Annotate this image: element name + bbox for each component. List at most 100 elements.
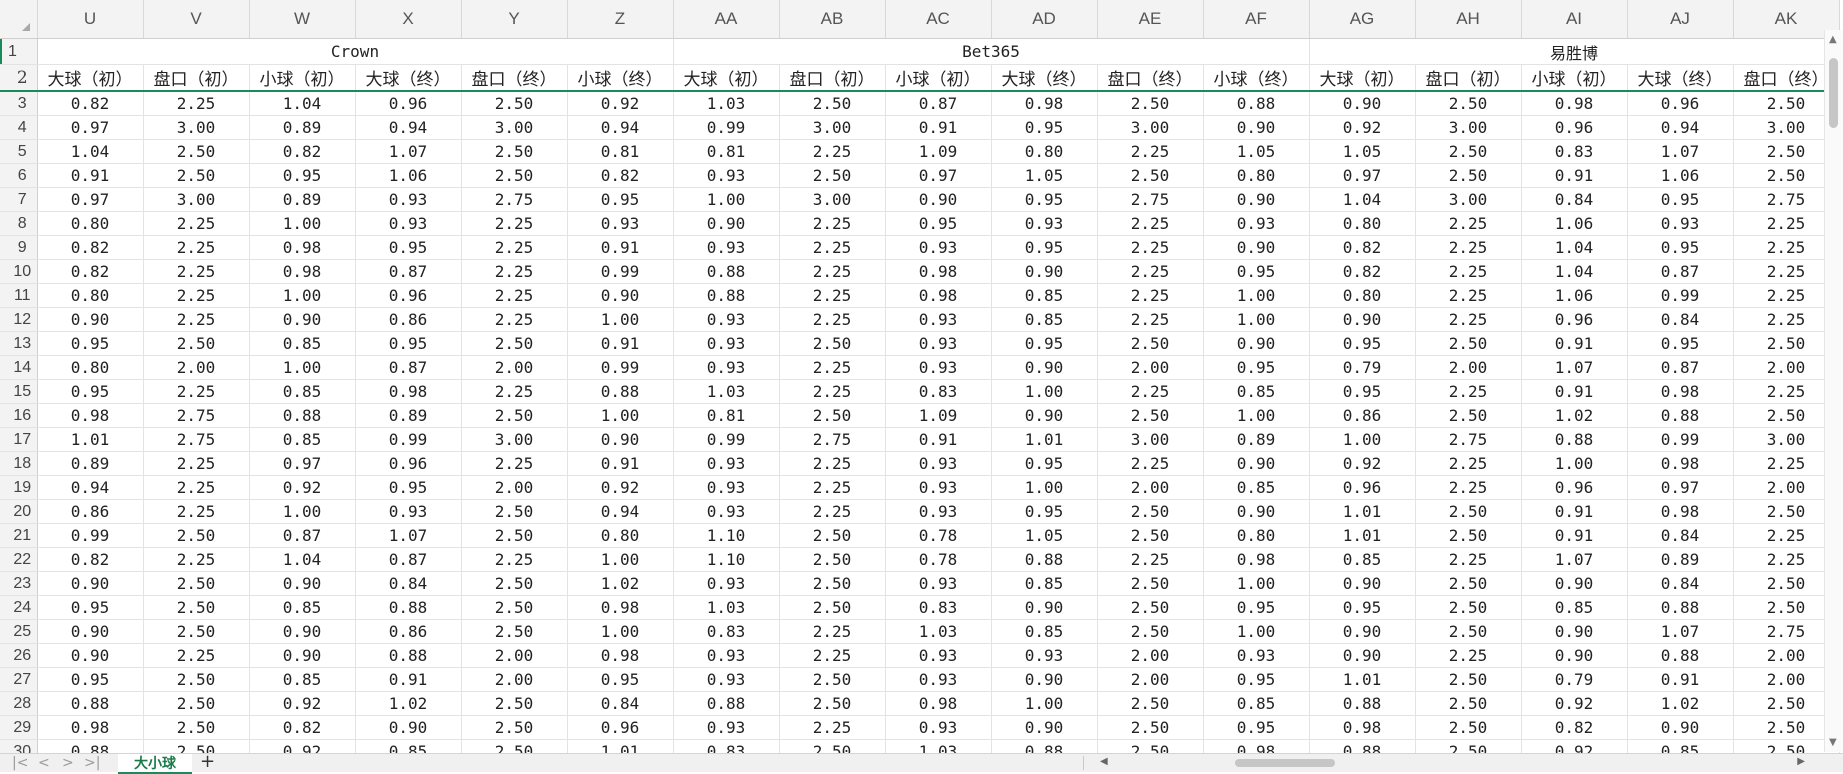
data-cell[interactable]: 0.93 bbox=[885, 571, 992, 596]
data-cell[interactable]: 1.01 bbox=[37, 427, 144, 452]
data-cell[interactable]: 2.50 bbox=[461, 619, 568, 644]
data-cell[interactable]: 2.25 bbox=[1415, 307, 1522, 332]
data-cell[interactable]: 2.50 bbox=[143, 571, 250, 596]
data-cell[interactable]: 0.85 bbox=[249, 379, 356, 404]
data-cell[interactable]: 0.90 bbox=[1521, 619, 1628, 644]
data-cell[interactable]: 2.50 bbox=[461, 691, 568, 716]
data-cell[interactable]: 0.90 bbox=[1203, 187, 1310, 212]
row-header[interactable]: 13 bbox=[0, 331, 38, 356]
data-cell[interactable]: 0.99 bbox=[1627, 427, 1734, 452]
data-cell[interactable]: 0.98 bbox=[567, 643, 674, 668]
data-cell[interactable]: 0.91 bbox=[355, 667, 462, 692]
data-cell[interactable]: 0.88 bbox=[1203, 91, 1310, 116]
data-cell[interactable]: 2.25 bbox=[779, 259, 886, 284]
data-cell[interactable]: 2.50 bbox=[143, 163, 250, 188]
data-cell[interactable]: 1.02 bbox=[1627, 691, 1734, 716]
data-cell[interactable]: 0.80 bbox=[567, 523, 674, 548]
data-cell[interactable]: 1.00 bbox=[567, 619, 674, 644]
data-cell[interactable]: 0.83 bbox=[673, 619, 780, 644]
data-cell[interactable]: 0.80 bbox=[1203, 523, 1310, 548]
data-cell[interactable]: 0.92 bbox=[567, 475, 674, 500]
data-cell[interactable]: 0.90 bbox=[1309, 571, 1416, 596]
data-cell[interactable]: 1.03 bbox=[673, 595, 780, 620]
data-cell[interactable]: 0.93 bbox=[673, 475, 780, 500]
sub-header-cell[interactable]: 盘口（初） bbox=[1415, 64, 1522, 92]
data-cell[interactable]: 0.95 bbox=[1203, 259, 1310, 284]
data-cell[interactable]: 1.02 bbox=[1521, 403, 1628, 428]
data-cell[interactable]: 0.81 bbox=[673, 139, 780, 164]
data-cell[interactable]: 0.90 bbox=[1521, 643, 1628, 668]
row-header[interactable]: 26 bbox=[0, 643, 38, 668]
data-cell[interactable]: 2.50 bbox=[1415, 691, 1522, 716]
data-cell[interactable]: 2.50 bbox=[1097, 691, 1204, 716]
data-cell[interactable]: 0.96 bbox=[1521, 307, 1628, 332]
group-header[interactable]: 易胜博 bbox=[1309, 38, 1840, 65]
data-cell[interactable]: 0.90 bbox=[1309, 643, 1416, 668]
data-cell[interactable]: 0.95 bbox=[567, 667, 674, 692]
data-cell[interactable]: 2.25 bbox=[779, 643, 886, 668]
data-cell[interactable]: 2.25 bbox=[1097, 283, 1204, 308]
data-cell[interactable]: 0.93 bbox=[1203, 211, 1310, 236]
data-cell[interactable]: 1.04 bbox=[249, 91, 356, 116]
sub-header-cell[interactable]: 小球（初） bbox=[885, 64, 992, 92]
data-cell[interactable]: 0.98 bbox=[37, 403, 144, 428]
data-cell[interactable]: 0.88 bbox=[355, 643, 462, 668]
data-cell[interactable]: 0.96 bbox=[355, 283, 462, 308]
data-cell[interactable]: 2.25 bbox=[779, 307, 886, 332]
data-cell[interactable]: 3.00 bbox=[461, 427, 568, 452]
data-cell[interactable]: 3.00 bbox=[1415, 115, 1522, 140]
sub-header-cell[interactable]: 大球（终） bbox=[991, 64, 1098, 92]
data-cell[interactable]: 0.95 bbox=[885, 211, 992, 236]
column-header-ae[interactable]: AE bbox=[1097, 0, 1204, 39]
data-cell[interactable]: 0.78 bbox=[885, 523, 992, 548]
data-cell[interactable]: 0.92 bbox=[249, 475, 356, 500]
data-cell[interactable]: 0.90 bbox=[355, 715, 462, 740]
data-cell[interactable]: 0.88 bbox=[673, 283, 780, 308]
data-cell[interactable]: 0.88 bbox=[1627, 595, 1734, 620]
data-cell[interactable]: 0.85 bbox=[249, 331, 356, 356]
data-cell[interactable]: 2.50 bbox=[1097, 571, 1204, 596]
data-cell[interactable]: 0.98 bbox=[355, 379, 462, 404]
data-cell[interactable]: 0.95 bbox=[1627, 187, 1734, 212]
data-cell[interactable]: 2.00 bbox=[461, 667, 568, 692]
data-cell[interactable]: 1.06 bbox=[355, 163, 462, 188]
row-header[interactable]: 14 bbox=[0, 355, 38, 380]
row-header[interactable]: 15 bbox=[0, 379, 38, 404]
data-cell[interactable]: 0.98 bbox=[1627, 499, 1734, 524]
data-cell[interactable]: 0.93 bbox=[673, 715, 780, 740]
data-cell[interactable]: 2.50 bbox=[461, 91, 568, 116]
data-cell[interactable]: 2.75 bbox=[143, 427, 250, 452]
row-header[interactable]: 9 bbox=[0, 235, 38, 260]
data-cell[interactable]: 1.07 bbox=[355, 523, 462, 548]
data-cell[interactable]: 0.96 bbox=[1521, 475, 1628, 500]
data-cell[interactable]: 0.93 bbox=[355, 211, 462, 236]
data-cell[interactable]: 0.95 bbox=[1203, 595, 1310, 620]
data-cell[interactable]: 0.91 bbox=[1521, 331, 1628, 356]
data-cell[interactable]: 0.84 bbox=[355, 571, 462, 596]
data-cell[interactable]: 2.50 bbox=[1097, 619, 1204, 644]
data-cell[interactable]: 0.98 bbox=[1203, 739, 1310, 753]
data-cell[interactable]: 2.50 bbox=[779, 691, 886, 716]
data-cell[interactable]: 2.25 bbox=[779, 283, 886, 308]
data-cell[interactable]: 2.25 bbox=[143, 259, 250, 284]
data-cell[interactable]: 0.88 bbox=[673, 259, 780, 284]
data-cell[interactable]: 2.25 bbox=[461, 211, 568, 236]
data-cell[interactable]: 2.25 bbox=[143, 235, 250, 260]
data-cell[interactable]: 0.86 bbox=[37, 499, 144, 524]
data-cell[interactable]: 0.88 bbox=[567, 379, 674, 404]
data-cell[interactable]: 2.50 bbox=[143, 523, 250, 548]
data-cell[interactable]: 0.93 bbox=[885, 235, 992, 260]
data-cell[interactable]: 2.50 bbox=[461, 499, 568, 524]
data-cell[interactable]: 0.95 bbox=[991, 187, 1098, 212]
data-cell[interactable]: 0.85 bbox=[249, 667, 356, 692]
data-cell[interactable]: 1.00 bbox=[991, 475, 1098, 500]
data-cell[interactable]: 2.25 bbox=[1097, 451, 1204, 476]
data-cell[interactable]: 0.84 bbox=[1521, 187, 1628, 212]
data-cell[interactable]: 0.96 bbox=[355, 451, 462, 476]
data-cell[interactable]: 0.93 bbox=[673, 331, 780, 356]
data-cell[interactable]: 2.75 bbox=[779, 427, 886, 452]
data-cell[interactable]: 1.10 bbox=[673, 547, 780, 572]
data-cell[interactable]: 0.84 bbox=[1627, 307, 1734, 332]
data-cell[interactable]: 0.84 bbox=[1627, 571, 1734, 596]
column-header-v[interactable]: V bbox=[143, 0, 250, 39]
